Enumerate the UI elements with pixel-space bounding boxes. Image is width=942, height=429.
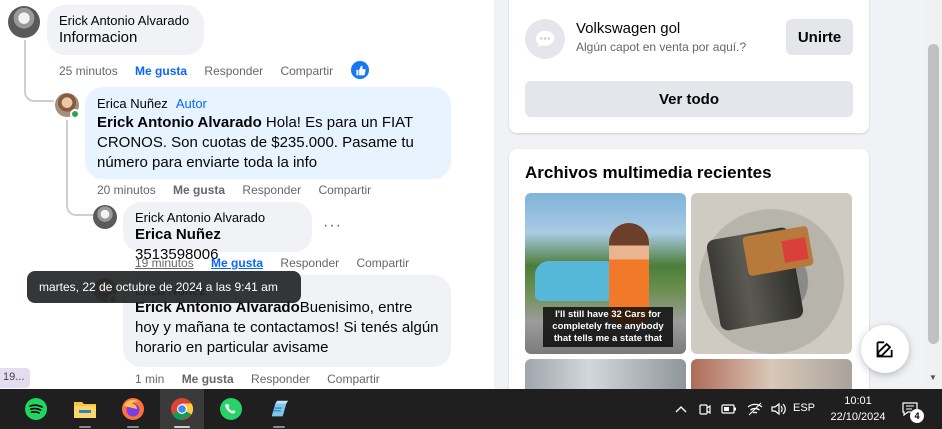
notes-icon[interactable]: [257, 389, 301, 429]
comment-text: Informacion: [59, 29, 138, 46]
more-options-icon[interactable]: ···: [323, 217, 342, 235]
media-thumbnail[interactable]: [691, 359, 852, 389]
scroll-down-icon[interactable]: ▼: [929, 373, 937, 382]
comment-actions: 19 minutos Me gusta Responder Compartir: [135, 256, 423, 270]
running-indicator: [273, 426, 285, 428]
battery-icon[interactable]: [718, 389, 740, 429]
share-button[interactable]: Compartir: [327, 372, 380, 386]
comment-author[interactable]: Erick Antonio Alvarado: [59, 13, 192, 28]
comment-actions: 25 minutos Me gusta Responder Compartir: [59, 64, 347, 78]
clock-date: 22/10/2024: [830, 411, 886, 423]
comment-time[interactable]: 25 minutos: [59, 64, 118, 78]
reply-button[interactable]: Responder: [251, 372, 310, 386]
comment-actions: 1 min Me gusta Responder Compartir: [135, 372, 394, 386]
spotify-icon[interactable]: [14, 389, 58, 429]
timestamp-tooltip: martes, 22 de octubre de 2024 a las 9:41…: [27, 271, 301, 303]
comment-bubble: Erick Antonio Alvarado Erica Nuñez 35135…: [123, 202, 312, 263]
side-chip[interactable]: 19...: [0, 368, 30, 388]
comments-section: Erick Antonio Alvarado Informacion 25 mi…: [0, 0, 494, 389]
reply-button[interactable]: Responder: [204, 64, 263, 78]
input-language[interactable]: ESP: [793, 402, 815, 414]
scrollbar-thumb[interactable]: [928, 44, 939, 344]
like-button[interactable]: Me gusta: [182, 372, 234, 386]
chrome-icon[interactable]: [160, 389, 204, 429]
comment-text: Erick Antonio Alvarado Hola! Es para un …: [97, 114, 414, 171]
reply-button[interactable]: Responder: [280, 256, 339, 270]
media-thumbnail[interactable]: I'll still have 32 Cars for completely f…: [525, 193, 686, 354]
file-explorer-icon[interactable]: [63, 389, 107, 429]
online-status-dot: [70, 109, 80, 119]
volume-icon[interactable]: [768, 389, 790, 429]
windows-taskbar: ESP 10:01 22/10/2024 4: [0, 389, 942, 429]
comment-author[interactable]: Erick Antonio Alvarado: [135, 210, 300, 225]
media-card-title: Archivos multimedia recientes: [525, 163, 772, 182]
page-scrollbar[interactable]: ▼: [925, 0, 942, 389]
running-indicator: [127, 426, 139, 428]
group-suggestion-card: Volkswagen gol Algún capot en venta por …: [509, 0, 869, 133]
see-all-button[interactable]: Ver todo: [525, 81, 853, 117]
mention[interactable]: Erick Antonio Alvarado: [97, 114, 262, 131]
thumbnail-caption: I'll still have 32 Cars for completely f…: [543, 307, 673, 347]
group-post-preview: Algún capot en venta por aquí.?: [576, 40, 747, 54]
group-chat-icon[interactable]: [525, 19, 565, 59]
mention[interactable]: Erica Nuñez: [135, 226, 221, 243]
like-reaction-icon[interactable]: [351, 61, 369, 79]
part-shape: [781, 237, 809, 263]
compose-icon: [876, 341, 893, 358]
comment-time[interactable]: 19 minutos: [135, 256, 194, 270]
share-button[interactable]: Compartir: [356, 256, 409, 270]
clock-time: 10:01: [844, 395, 872, 407]
whatsapp-icon[interactable]: [209, 389, 253, 429]
avatar[interactable]: [8, 6, 40, 38]
recent-media-card: Archivos multimedia recientes I'll still…: [509, 149, 869, 389]
like-button[interactable]: Me gusta: [173, 183, 225, 197]
group-name[interactable]: Volkswagen gol: [576, 20, 680, 37]
system-clock[interactable]: 10:01 22/10/2024: [820, 393, 896, 425]
meet-now-icon[interactable]: [694, 389, 716, 429]
reply-button[interactable]: Responder: [242, 183, 301, 197]
show-hidden-icons[interactable]: [670, 389, 692, 429]
media-thumbnail[interactable]: [691, 193, 852, 354]
firefox-icon[interactable]: [111, 389, 155, 429]
author-badge: Autor: [175, 96, 207, 111]
thread-line: [24, 40, 54, 102]
comment-bubble: Erick Antonio Alvarado Informacion: [47, 5, 204, 55]
comment-actions: 20 minutos Me gusta Responder Compartir: [97, 183, 385, 197]
comment-bubble: Erica Nuñez Autor Erick Antonio Alvarado …: [85, 87, 451, 179]
facebook-page: Erick Antonio Alvarado Informacion 25 mi…: [0, 0, 942, 389]
comment-text: Erick Antonio AlvaradoBuenisimo, entre h…: [135, 299, 439, 356]
like-button[interactable]: Me gusta: [211, 256, 263, 270]
notification-count-badge: 4: [910, 409, 924, 423]
share-button[interactable]: Compartir: [318, 183, 371, 197]
avatar[interactable]: [93, 205, 117, 229]
share-button[interactable]: Compartir: [280, 64, 333, 78]
join-group-button[interactable]: Unirte: [786, 19, 853, 55]
comment-author[interactable]: Erica Nuñez: [97, 96, 168, 111]
running-indicator: [79, 426, 91, 428]
media-thumbnail[interactable]: [525, 359, 686, 389]
like-button[interactable]: Me gusta: [135, 64, 187, 78]
wifi-icon[interactable]: [744, 389, 766, 429]
running-indicator: [174, 426, 190, 428]
new-message-button[interactable]: [861, 325, 909, 373]
comment-time[interactable]: 20 minutos: [97, 183, 156, 197]
comment-time[interactable]: 1 min: [135, 372, 164, 386]
